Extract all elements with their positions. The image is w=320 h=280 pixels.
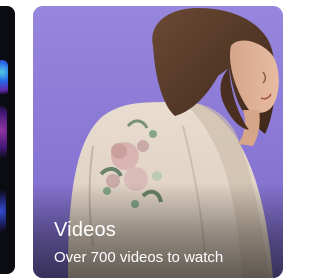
card-title: Videos: [54, 219, 116, 241]
previous-carousel-card[interactable]: [0, 6, 15, 274]
card-subtitle: Over 700 videos to watch: [54, 249, 224, 266]
previous-card-image: [0, 60, 8, 100]
videos-card[interactable]: Videos Over 700 videos to watch: [33, 6, 283, 278]
